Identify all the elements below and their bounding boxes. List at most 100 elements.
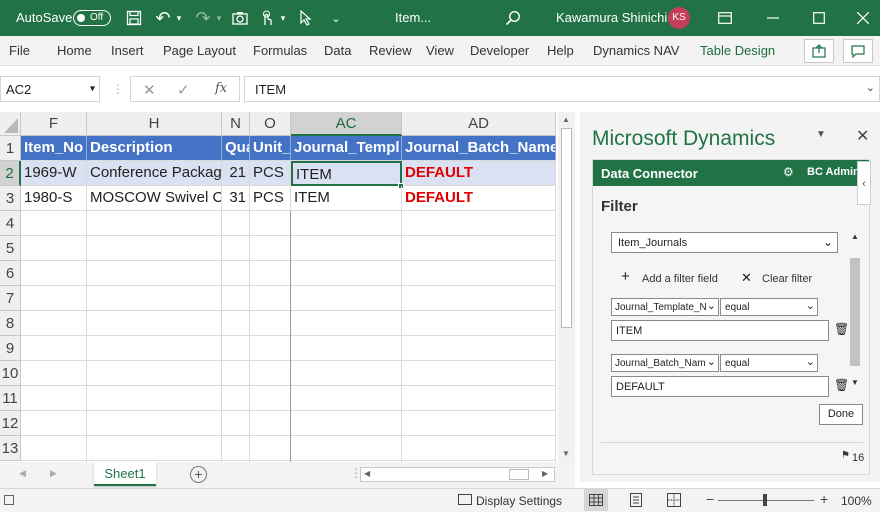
ribbon-display-options-icon[interactable] [714, 8, 736, 28]
zoom-out-icon[interactable]: − [706, 491, 714, 507]
close-window-icon[interactable] [852, 8, 874, 28]
filter-value-input[interactable]: DEFAULT [611, 376, 829, 397]
row-header[interactable]: 7 [0, 286, 21, 311]
sheet-tab-sheet1[interactable]: Sheet1 [94, 462, 156, 486]
column-header-ac[interactable]: AC [291, 112, 402, 136]
table-cell[interactable]: Conference Packag [87, 161, 222, 186]
select-pointer-icon[interactable] [296, 8, 316, 28]
filter-value-input[interactable]: ITEM [611, 320, 829, 341]
scroll-down-icon[interactable]: ▼ [562, 449, 570, 458]
table-cell[interactable]: DEFAULT [402, 186, 556, 211]
display-settings-button[interactable]: Display Settings [476, 494, 562, 508]
normal-view-icon[interactable] [584, 489, 608, 511]
filter-operator-select[interactable]: equal ⌄ [720, 298, 818, 316]
connector-user[interactable]: BC Admin [807, 166, 860, 178]
row-header[interactable]: 13 [0, 436, 21, 461]
cancel-entry-icon[interactable]: ✕ [143, 81, 156, 99]
user-avatar[interactable]: KS [668, 7, 690, 29]
zoom-slider-thumb[interactable] [763, 494, 767, 506]
row-header[interactable]: 10 [0, 361, 21, 386]
tab-review[interactable]: Review [369, 36, 412, 66]
filter-operator-select[interactable]: equal ⌄ [720, 354, 818, 372]
column-header-ad[interactable]: AD [402, 112, 556, 136]
customize-qat-icon[interactable]: ⌄ [326, 8, 346, 28]
table-cell[interactable]: 21 [222, 161, 250, 186]
table-cell[interactable]: MOSCOW Swivel C [87, 186, 222, 211]
share-button[interactable] [804, 39, 834, 63]
table-cell[interactable]: 1980-S [21, 186, 87, 211]
row-header[interactable]: 1 [0, 136, 21, 161]
table-cell[interactable]: 31 [222, 186, 250, 211]
row-header[interactable]: 6 [0, 261, 21, 286]
select-all-corner[interactable] [0, 112, 21, 136]
table-header-cell[interactable]: Journal_Batch_Name [402, 136, 556, 161]
page-break-view-icon[interactable] [662, 489, 686, 511]
insert-function-icon[interactable]: fx [215, 81, 227, 96]
horizontal-scrollbar[interactable]: ◀ ▶ [360, 467, 555, 482]
confirm-entry-icon[interactable]: ✓ [177, 81, 190, 99]
expand-formula-icon[interactable]: ⌄ [866, 81, 875, 94]
filter-scrollbar[interactable]: ▲ ▼ [848, 232, 862, 392]
tab-developer[interactable]: Developer [470, 36, 529, 66]
scroll-thumb[interactable] [561, 128, 572, 328]
minimize-icon[interactable] [762, 8, 784, 28]
table-header-cell[interactable]: Unit_ [250, 136, 291, 161]
maximize-icon[interactable] [808, 8, 830, 28]
pane-close-icon[interactable]: ✕ [856, 126, 869, 146]
filter-field-select[interactable]: Journal_Batch_Nam ⌄ [611, 354, 719, 372]
clear-filter-button[interactable]: Clear filter [762, 273, 812, 285]
table-header-cell[interactable]: Journal_Templ [291, 136, 402, 161]
scroll-right-icon[interactable]: ▶ [542, 469, 548, 478]
name-box-dropdown-icon[interactable]: ▾ [90, 84, 95, 95]
tab-data[interactable]: Data [324, 36, 351, 66]
redo-dropdown-icon[interactable]: ▾ [214, 8, 224, 28]
undo-icon[interactable]: ↶ [152, 8, 174, 28]
row-header[interactable]: 4 [0, 211, 21, 236]
table-header-cell[interactable]: Item_No [21, 136, 87, 161]
table-cell[interactable]: ITEM [291, 186, 402, 211]
camera-icon[interactable] [230, 8, 250, 28]
next-sheet-icon[interactable]: ▶ [50, 468, 57, 479]
table-cell[interactable]: DEFAULT [402, 161, 556, 186]
prev-sheet-icon[interactable]: ◀ [19, 468, 26, 479]
scroll-up-icon[interactable]: ▲ [562, 115, 570, 124]
name-box[interactable]: AC2 ▾ [0, 76, 100, 102]
row-header[interactable]: 2 [0, 161, 21, 186]
clear-icon[interactable]: ✕ [741, 270, 752, 286]
undo-dropdown-icon[interactable]: ▾ [174, 8, 184, 28]
tab-insert[interactable]: Insert [111, 36, 144, 66]
table-cell[interactable]: 1969-W [21, 161, 87, 186]
collapse-pane-button[interactable]: ‹ [857, 161, 871, 205]
page-layout-view-icon[interactable] [624, 489, 648, 511]
active-cell[interactable]: ITEM [291, 161, 402, 186]
tab-help[interactable]: Help [547, 36, 574, 66]
formula-splitter-icon[interactable]: ⋮ [112, 82, 124, 96]
row-header[interactable]: 11 [0, 386, 21, 411]
formula-input[interactable]: ITEM ⌄ [244, 76, 880, 102]
new-sheet-button[interactable]: + [190, 466, 207, 483]
redo-icon[interactable]: ↷ [192, 8, 214, 28]
add-icon[interactable]: + [621, 268, 630, 285]
column-header-h[interactable]: H [87, 112, 222, 136]
tab-view[interactable]: View [426, 36, 454, 66]
row-header[interactable]: 3 [0, 186, 21, 211]
touch-mode-icon[interactable] [257, 8, 277, 28]
tab-table-design[interactable]: Table Design [700, 36, 775, 66]
zoom-in-icon[interactable]: + [820, 491, 828, 507]
row-header[interactable]: 12 [0, 411, 21, 436]
scroll-down-icon[interactable]: ▼ [851, 378, 859, 387]
settings-gear-icon[interactable]: ⚙ [783, 165, 794, 179]
delete-filter-icon[interactable]: 🗑 [834, 378, 849, 392]
row-header[interactable]: 9 [0, 336, 21, 361]
table-cell[interactable]: PCS [250, 161, 291, 186]
touch-dropdown-icon[interactable]: ▾ [278, 8, 288, 28]
worksheet-grid[interactable]: F H N O AC AD 1 2 3 4 5 6 7 8 9 10 11 12… [0, 112, 575, 462]
autosave-toggle[interactable]: Off [73, 10, 111, 26]
zoom-level[interactable]: 100% [841, 494, 872, 508]
comments-button[interactable] [843, 39, 873, 63]
column-header-n[interactable]: N [222, 112, 250, 136]
filter-field-select[interactable]: Journal_Template_N ⌄ [611, 298, 719, 316]
table-header-cell[interactable]: Quantity [222, 136, 250, 161]
display-settings-icon[interactable] [458, 494, 472, 505]
row-header[interactable]: 5 [0, 236, 21, 261]
